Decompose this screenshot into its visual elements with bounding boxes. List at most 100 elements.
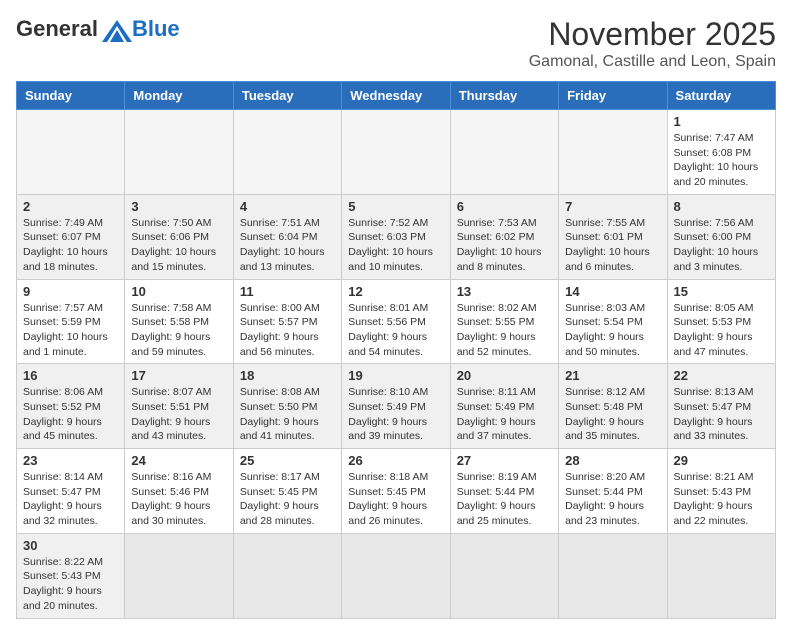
weekday-header: Friday [559,82,667,110]
logo-general-text: General [16,16,98,42]
day-info: Sunrise: 8:11 AM Sunset: 5:49 PM Dayligh… [457,385,552,444]
calendar-cell: 26 Sunrise: 8:18 AM Sunset: 5:45 PM Dayli… [342,449,450,534]
calendar-cell: 27Sunrise: 8:19 AM Sunset: 5:44 PM Dayli… [450,449,558,534]
calendar-cell [233,110,341,195]
calendar-cell [125,110,233,195]
calendar-row: 16Sunrise: 8:06 AM Sunset: 5:52 PM Dayli… [17,364,776,449]
calendar-cell [342,533,450,618]
location-title: Gamonal, Castille and Leon, Spain [529,53,776,71]
calendar-cell: 21 Sunrise: 8:12 AM Sunset: 5:48 PM Dayli… [559,364,667,449]
calendar-cell [559,110,667,195]
day-info: Sunrise: 8:05 AM Sunset: 5:53 PM Dayligh… [674,301,769,360]
day-info: Sunrise: 8:13 AM Sunset: 5:47 PM Dayligh… [674,385,769,444]
calendar-cell [17,110,125,195]
day-number: 13 [457,284,552,299]
calendar-cell: 23Sunrise: 8:14 AM Sunset: 5:47 PM Dayli… [17,449,125,534]
day-info: Sunrise: 8:21 AM Sunset: 5:43 PM Dayligh… [674,470,769,529]
day-info: Sunrise: 7:50 AM Sunset: 6:06 PM Dayligh… [131,216,226,275]
calendar-cell: 12 Sunrise: 8:01 AM Sunset: 5:56 PM Dayli… [342,279,450,364]
calendar-cell: 22 Sunrise: 8:13 AM Sunset: 5:47 PM Dayli… [667,364,775,449]
calendar-row: 23Sunrise: 8:14 AM Sunset: 5:47 PM Dayli… [17,449,776,534]
day-number: 20 [457,368,552,383]
calendar-cell: 6Sunrise: 7:53 AM Sunset: 6:02 PM Daylig… [450,194,558,279]
day-number: 30 [23,538,118,553]
day-info: Sunrise: 8:10 AM Sunset: 5:49 PM Dayligh… [348,385,443,444]
day-info: Sunrise: 8:06 AM Sunset: 5:52 PM Dayligh… [23,385,118,444]
day-info: Sunrise: 8:14 AM Sunset: 5:47 PM Dayligh… [23,470,118,529]
calendar-cell: 3 Sunrise: 7:50 AM Sunset: 6:06 PM Daylig… [125,194,233,279]
day-number: 21 [565,368,660,383]
calendar-cell: 5 Sunrise: 7:52 AM Sunset: 6:03 PM Daylig… [342,194,450,279]
day-number: 5 [348,199,443,214]
calendar-cell: 14 Sunrise: 8:03 AM Sunset: 5:54 PM Dayli… [559,279,667,364]
calendar-cell: 18 Sunrise: 8:08 AM Sunset: 5:50 PM Dayli… [233,364,341,449]
calendar-cell: 20 Sunrise: 8:11 AM Sunset: 5:49 PM Dayli… [450,364,558,449]
logo-icon [102,20,132,42]
calendar-cell: 13Sunrise: 8:02 AM Sunset: 5:55 PM Dayli… [450,279,558,364]
calendar-cell [667,533,775,618]
day-number: 17 [131,368,226,383]
day-info: Sunrise: 8:12 AM Sunset: 5:48 PM Dayligh… [565,385,660,444]
calendar-cell: 15 Sunrise: 8:05 AM Sunset: 5:53 PM Dayli… [667,279,775,364]
day-number: 3 [131,199,226,214]
weekday-header: Tuesday [233,82,341,110]
day-info: Sunrise: 8:08 AM Sunset: 5:50 PM Dayligh… [240,385,335,444]
day-number: 22 [674,368,769,383]
weekday-header: Monday [125,82,233,110]
day-info: Sunrise: 8:18 AM Sunset: 5:45 PM Dayligh… [348,470,443,529]
day-info: Sunrise: 7:52 AM Sunset: 6:03 PM Dayligh… [348,216,443,275]
logo: General Blue [16,16,180,42]
day-info: Sunrise: 8:22 AM Sunset: 5:43 PM Dayligh… [23,555,118,614]
calendar-row: 1 Sunrise: 7:47 AM Sunset: 6:08 PM Daylig… [17,110,776,195]
day-info: Sunrise: 7:51 AM Sunset: 6:04 PM Dayligh… [240,216,335,275]
weekday-header: Saturday [667,82,775,110]
day-number: 1 [674,114,769,129]
title-area: November 2025 Gamonal, Castille and Leon… [529,16,776,71]
day-number: 12 [348,284,443,299]
day-number: 8 [674,199,769,214]
page-header: General Blue November 2025 Gamonal, Cast… [16,16,776,71]
calendar-cell [125,533,233,618]
day-info: Sunrise: 7:57 AM Sunset: 5:59 PM Dayligh… [23,301,118,360]
day-info: Sunrise: 8:20 AM Sunset: 5:44 PM Dayligh… [565,470,660,529]
calendar-cell [450,533,558,618]
calendar-cell: 28Sunrise: 8:20 AM Sunset: 5:44 PM Dayli… [559,449,667,534]
day-number: 24 [131,453,226,468]
day-number: 29 [674,453,769,468]
calendar-cell: 1 Sunrise: 7:47 AM Sunset: 6:08 PM Daylig… [667,110,775,195]
calendar-row: 9 Sunrise: 7:57 AM Sunset: 5:59 PM Daylig… [17,279,776,364]
day-number: 26 [348,453,443,468]
calendar-cell: 30 Sunrise: 8:22 AM Sunset: 5:43 PM Dayli… [17,533,125,618]
day-info: Sunrise: 8:16 AM Sunset: 5:46 PM Dayligh… [131,470,226,529]
day-number: 19 [348,368,443,383]
calendar-row: 2 Sunrise: 7:49 AM Sunset: 6:07 PM Daylig… [17,194,776,279]
weekday-header: Sunday [17,82,125,110]
calendar-cell [559,533,667,618]
day-number: 2 [23,199,118,214]
weekday-header: Wednesday [342,82,450,110]
calendar-cell: 8 Sunrise: 7:56 AM Sunset: 6:00 PM Daylig… [667,194,775,279]
calendar-cell: 2 Sunrise: 7:49 AM Sunset: 6:07 PM Daylig… [17,194,125,279]
day-number: 4 [240,199,335,214]
day-info: Sunrise: 7:49 AM Sunset: 6:07 PM Dayligh… [23,216,118,275]
day-info: Sunrise: 7:53 AM Sunset: 6:02 PM Dayligh… [457,216,552,275]
calendar-cell: 4 Sunrise: 7:51 AM Sunset: 6:04 PM Daylig… [233,194,341,279]
calendar-cell: 24 Sunrise: 8:16 AM Sunset: 5:46 PM Dayli… [125,449,233,534]
calendar-row: 30 Sunrise: 8:22 AM Sunset: 5:43 PM Dayli… [17,533,776,618]
day-info: Sunrise: 8:07 AM Sunset: 5:51 PM Dayligh… [131,385,226,444]
day-info: Sunrise: 7:58 AM Sunset: 5:58 PM Dayligh… [131,301,226,360]
calendar-cell: 25Sunrise: 8:17 AM Sunset: 5:45 PM Dayli… [233,449,341,534]
day-info: Sunrise: 8:01 AM Sunset: 5:56 PM Dayligh… [348,301,443,360]
calendar-cell: 10 Sunrise: 7:58 AM Sunset: 5:58 PM Dayli… [125,279,233,364]
day-info: Sunrise: 7:56 AM Sunset: 6:00 PM Dayligh… [674,216,769,275]
day-info: Sunrise: 8:00 AM Sunset: 5:57 PM Dayligh… [240,301,335,360]
day-number: 18 [240,368,335,383]
calendar-table: SundayMondayTuesdayWednesdayThursdayFrid… [16,81,776,619]
day-number: 15 [674,284,769,299]
day-info: Sunrise: 8:03 AM Sunset: 5:54 PM Dayligh… [565,301,660,360]
day-number: 10 [131,284,226,299]
day-number: 9 [23,284,118,299]
day-info: Sunrise: 7:47 AM Sunset: 6:08 PM Dayligh… [674,131,769,190]
weekday-header: Thursday [450,82,558,110]
day-number: 14 [565,284,660,299]
